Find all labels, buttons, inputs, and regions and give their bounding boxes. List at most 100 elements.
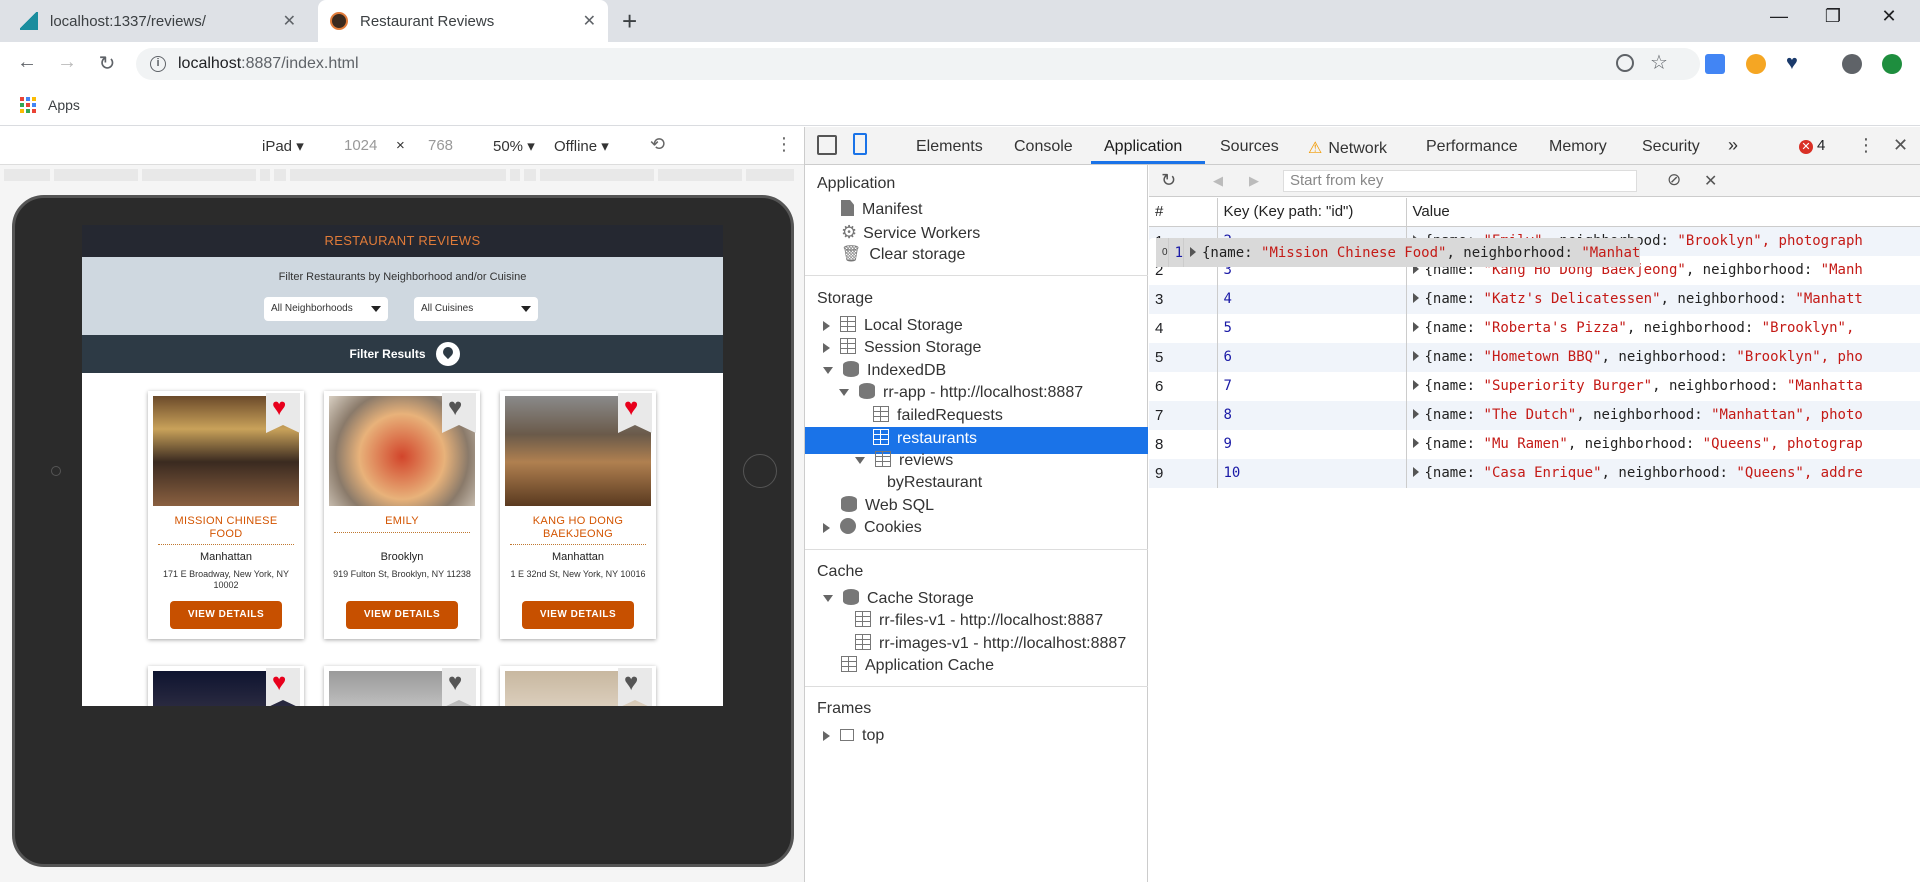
- expand-arrow-icon[interactable]: [823, 342, 830, 353]
- back-icon[interactable]: ←: [14, 51, 40, 74]
- sidebar-item-clear-storage[interactable]: 🗑 Clear storage: [841, 244, 965, 270]
- table-row[interactable]: 0 1 {name: "Mission Chinese Food", neighbo…: [1149, 238, 1641, 267]
- row-value[interactable]: {name: "Mu Ramen", neighborhood: "Queens…: [1406, 430, 1920, 459]
- close-tab-icon[interactable]: ✕: [583, 11, 596, 31]
- object-store-table: # Key (Key path: "id") Value 0 1 {name: "M…: [1149, 198, 1920, 488]
- install-icon[interactable]: [1616, 54, 1634, 72]
- zoom-select[interactable]: 50% ▾: [493, 137, 535, 155]
- tab-elements[interactable]: Elements: [916, 138, 983, 156]
- table-row[interactable]: 9 10 {name: "Casa Enrique", neighborhood: …: [1149, 458, 1920, 488]
- tab-application[interactable]: Application: [1104, 138, 1182, 156]
- device-toolbar-toggle-icon[interactable]: [853, 133, 867, 155]
- device-width-input[interactable]: 1024: [344, 137, 377, 154]
- previous-page-icon[interactable]: ◀: [1213, 173, 1223, 189]
- table-row[interactable]: 5 6 {name: "Hometown BBQ", neighborhood: "…: [1149, 342, 1920, 372]
- table-row[interactable]: 7 8 {name: "The Dutch", neighborhood: "Man…: [1149, 400, 1920, 430]
- table-row[interactable]: 8 9 {name: "Mu Ramen", neighborhood: "Quee…: [1149, 429, 1920, 459]
- tab-console[interactable]: Console: [1014, 138, 1073, 156]
- close-window-icon[interactable]: ✕: [1866, 6, 1912, 27]
- inspect-element-icon[interactable]: [817, 135, 837, 155]
- expand-arrow-icon[interactable]: [1412, 293, 1419, 303]
- neighborhood-select[interactable]: All Neighborhoods: [264, 297, 388, 321]
- update-icon[interactable]: [1882, 54, 1902, 74]
- tab-memory[interactable]: Memory: [1549, 138, 1607, 156]
- apps-shortcut[interactable]: Apps: [20, 97, 80, 113]
- devtools-menu-icon[interactable]: ⋮: [1857, 135, 1875, 156]
- next-page-icon[interactable]: ▶: [1249, 173, 1259, 189]
- browser-tab-reviews[interactable]: localhost:1337/reviews/ ✕: [8, 0, 308, 42]
- tab-network[interactable]: ⚠ Network: [1308, 138, 1387, 158]
- profile-avatar-icon[interactable]: [1842, 54, 1862, 74]
- throttle-select[interactable]: Offline ▾: [554, 137, 609, 155]
- column-header-index[interactable]: #: [1149, 198, 1218, 227]
- media-query-ruler[interactable]: [0, 169, 804, 181]
- expand-arrow-icon[interactable]: [1412, 467, 1419, 477]
- heart-extension-icon[interactable]: ♥: [1786, 53, 1806, 74]
- restaurant-address: 171 E Broadway, New York, NY 10002: [163, 569, 289, 590]
- clear-object-store-icon[interactable]: ⊘: [1667, 170, 1681, 190]
- refresh-icon[interactable]: ↻: [1161, 170, 1176, 191]
- sidebar-item-frame-top[interactable]: top: [823, 725, 884, 751]
- cuisine-select[interactable]: All Cuisines: [414, 297, 538, 321]
- error-count: 4: [1817, 137, 1826, 154]
- row-value[interactable]: {name: "Mission Chinese Food", neighborh…: [1183, 238, 1641, 267]
- expand-arrow-icon[interactable]: [823, 320, 830, 331]
- map-pin-icon[interactable]: [436, 342, 460, 366]
- expand-arrow-icon[interactable]: [1412, 438, 1419, 448]
- extension-icon[interactable]: [1746, 54, 1766, 74]
- view-details-button[interactable]: VIEW DETAILS: [522, 601, 634, 629]
- minimize-icon[interactable]: —: [1756, 6, 1802, 27]
- expand-arrow-icon[interactable]: [1412, 322, 1419, 332]
- sidebar-item-application-cache[interactable]: Application Cache: [841, 655, 994, 681]
- view-details-button[interactable]: VIEW DETAILS: [170, 601, 282, 629]
- view-details-button[interactable]: VIEW DETAILS: [346, 601, 458, 629]
- rotate-icon[interactable]: ⟲: [650, 134, 665, 155]
- column-header-value[interactable]: Value: [1406, 198, 1920, 227]
- row-value[interactable]: {name: "Katz's Delicatessen", neighborho…: [1406, 284, 1920, 314]
- column-header-key[interactable]: Key (Key path: "id"): [1217, 198, 1407, 227]
- warning-icon: ⚠: [1308, 140, 1323, 157]
- row-value[interactable]: {name: "Casa Enrique", neighborhood: "Qu…: [1406, 458, 1920, 488]
- new-tab-icon[interactable]: +: [622, 6, 637, 37]
- forward-icon[interactable]: →: [54, 51, 80, 74]
- address-bar[interactable]: i localhost:8887/index.html ☆: [136, 48, 1700, 80]
- sidebar-item-cookies[interactable]: Cookies: [823, 517, 922, 543]
- row-value[interactable]: {name: "Superiority Burger", neighborhoo…: [1406, 372, 1920, 401]
- expand-arrow-icon[interactable]: [823, 730, 830, 741]
- expand-arrow-icon[interactable]: [823, 522, 830, 533]
- table-row[interactable]: 3 4 {name: "Katz's Delicatessen", neighbor…: [1149, 284, 1920, 314]
- tab-performance[interactable]: Performance: [1426, 138, 1518, 156]
- site-info-icon[interactable]: i: [150, 56, 166, 72]
- delete-selected-icon[interactable]: ✕: [1704, 171, 1717, 191]
- close-devtools-icon[interactable]: ✕: [1893, 135, 1908, 156]
- site-title[interactable]: RESTAURANT REVIEWS: [325, 233, 481, 248]
- start-from-key-input[interactable]: Start from key: [1283, 170, 1637, 192]
- table-row[interactable]: 6 7 {name: "Superiority Burger", neighborh…: [1149, 371, 1920, 401]
- tab-security[interactable]: Security: [1642, 138, 1700, 156]
- error-counter[interactable]: ✕ 4: [1799, 137, 1825, 154]
- row-value[interactable]: {name: "Roberta's Pizza", neighborhood: …: [1406, 314, 1920, 343]
- tab-sources[interactable]: Sources: [1220, 138, 1279, 156]
- reload-icon[interactable]: ↻: [94, 51, 120, 76]
- more-tabs-icon[interactable]: »: [1728, 135, 1738, 156]
- translate-extension-icon[interactable]: [1705, 54, 1725, 74]
- collapse-arrow-icon[interactable]: [823, 367, 833, 375]
- expand-arrow-icon[interactable]: [1190, 246, 1196, 257]
- collapse-arrow-icon[interactable]: [823, 595, 833, 603]
- row-value[interactable]: {name: "The Dutch", neighborhood: "Manha…: [1406, 400, 1920, 430]
- collapse-arrow-icon[interactable]: [839, 389, 849, 397]
- more-options-icon[interactable]: ⋮: [775, 134, 793, 155]
- bookmark-star-icon[interactable]: ☆: [1650, 50, 1668, 75]
- browser-tab-restaurant-reviews[interactable]: Restaurant Reviews ✕: [318, 0, 608, 42]
- device-select[interactable]: iPad ▾: [262, 137, 304, 155]
- collapse-arrow-icon[interactable]: [855, 457, 865, 465]
- close-tab-icon[interactable]: ✕: [283, 11, 296, 31]
- expand-arrow-icon[interactable]: [1412, 351, 1419, 361]
- section-storage: Storage: [817, 290, 874, 307]
- row-value[interactable]: {name: "Hometown BBQ", neighborhood: "Br…: [1406, 342, 1920, 372]
- table-row[interactable]: 4 5 {name: "Roberta's Pizza", neighborhood…: [1149, 313, 1920, 343]
- device-height-input[interactable]: 768: [428, 137, 453, 154]
- restore-icon[interactable]: ❐: [1810, 6, 1856, 27]
- expand-arrow-icon[interactable]: [1412, 380, 1419, 390]
- expand-arrow-icon[interactable]: [1412, 409, 1419, 419]
